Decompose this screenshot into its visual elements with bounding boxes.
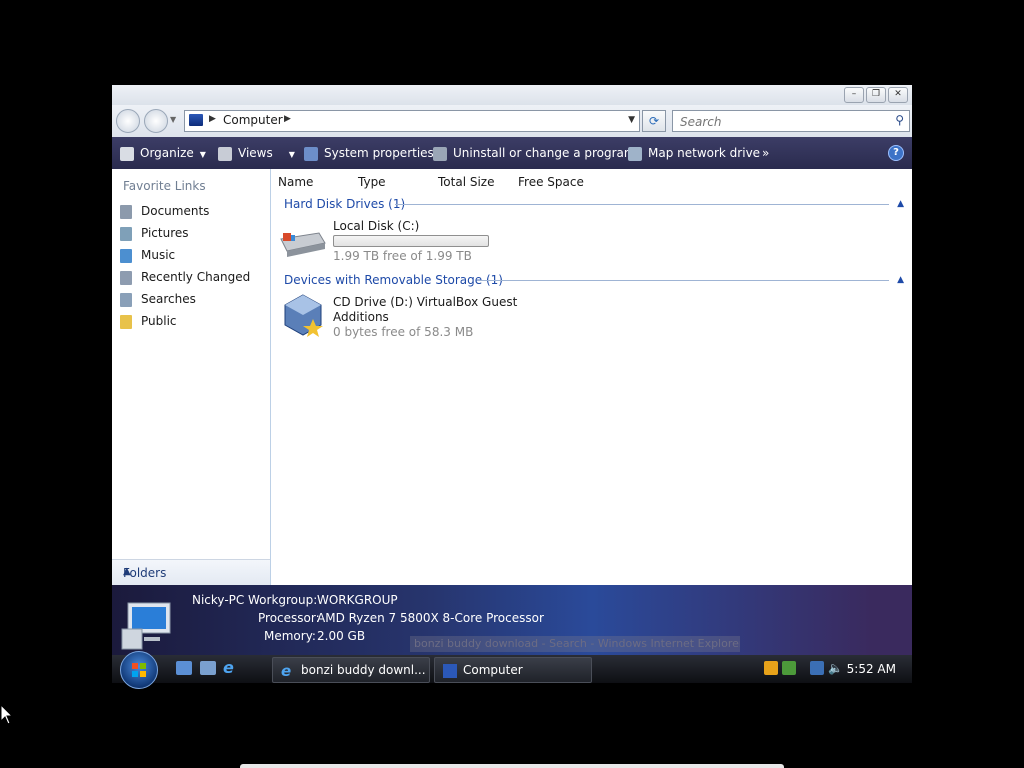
organize-icon xyxy=(120,146,134,161)
system-properties-icon xyxy=(304,146,318,161)
map-network-drive-button[interactable]: Map network drive xyxy=(628,137,760,169)
column-header-name[interactable]: Name xyxy=(278,175,313,189)
music-icon xyxy=(120,248,132,263)
group-divider xyxy=(477,280,889,281)
clock[interactable]: 5:52 AM xyxy=(847,655,896,683)
memory-value: 2.00 GB xyxy=(317,629,366,643)
favorite-links-header: Favorite Links xyxy=(123,179,206,193)
forward-button[interactable] xyxy=(144,109,168,133)
views-icon xyxy=(218,146,232,161)
workgroup-label: Workgroup: xyxy=(248,593,318,607)
navigation-pane: Favorite Links Documents Pictures Music … xyxy=(112,169,271,586)
minimize-button[interactable]: – xyxy=(844,87,864,103)
collapse-group-icon[interactable]: ▲ xyxy=(897,275,904,285)
folders-toggle[interactable]: Folders ▲ xyxy=(112,559,270,586)
group-divider xyxy=(395,204,889,205)
views-button[interactable]: Views ▼ xyxy=(218,137,295,169)
maximize-button[interactable]: ❐ xyxy=(866,87,886,103)
nav-item-pictures[interactable]: Pictures xyxy=(120,223,265,243)
help-icon[interactable]: ? xyxy=(888,145,904,161)
refresh-button[interactable]: ⟳ xyxy=(642,110,666,132)
mouse-cursor-icon xyxy=(0,704,14,725)
nav-item-public[interactable]: Public xyxy=(120,311,265,331)
processor-value: AMD Ryzen 7 5800X 8-Core Processor xyxy=(317,611,544,625)
more-commands-button[interactable]: » xyxy=(762,137,769,169)
group-header-hard-disk-drives[interactable]: Hard Disk Drives (1) xyxy=(284,197,405,211)
breadcrumb-chevron-icon[interactable]: ▶ xyxy=(284,114,291,124)
explorer-window: – ❐ ✕ ▼ ▶ Computer ▶ ▼ ⟳ ⚲ Organize▼ Vie… xyxy=(112,85,912,586)
close-button[interactable]: ✕ xyxy=(888,87,908,103)
computer-icon xyxy=(189,114,203,126)
computer-monitor-icon xyxy=(121,602,171,650)
searches-icon xyxy=(120,292,132,307)
task-button-computer[interactable]: Computer xyxy=(434,657,592,683)
memory-label: Memory: xyxy=(264,629,316,643)
pictures-icon xyxy=(120,226,132,241)
chevron-down-icon: ▼ xyxy=(199,150,206,159)
volume-icon[interactable]: 🔈 xyxy=(828,661,843,675)
search-input[interactable] xyxy=(678,113,882,131)
nav-item-searches[interactable]: Searches xyxy=(120,289,265,309)
documents-icon xyxy=(120,204,132,219)
chevron-down-icon: ▼ xyxy=(288,150,295,159)
switch-windows-icon[interactable] xyxy=(200,661,216,675)
column-header-type[interactable]: Type xyxy=(358,175,386,189)
column-header-total-size[interactable]: Total Size xyxy=(438,175,494,189)
taskbar: e e bonzi buddy downl... Computer 🔈 5:52 … xyxy=(112,651,912,689)
computer-name: Nicky-PC xyxy=(192,593,245,607)
breadcrumb-chevron-icon[interactable]: ▶ xyxy=(209,114,216,124)
nav-item-music[interactable]: Music xyxy=(120,245,265,265)
recent-pages-dropdown-icon[interactable]: ▼ xyxy=(170,115,176,124)
search-icon[interactable]: ⚲ xyxy=(895,113,904,127)
drive-name: Local Disk (C:) xyxy=(333,219,420,233)
windows-update-icon[interactable] xyxy=(782,661,796,675)
command-bar: Organize ▼ Views ▼ System properties Unins… xyxy=(112,137,912,169)
uninstall-program-button[interactable]: Uninstall or change a program xyxy=(433,137,636,169)
file-list-pane: Name Type Total Size Free Space Hard Dis… xyxy=(271,169,912,585)
system-properties-button[interactable]: System properties xyxy=(304,137,434,169)
address-dropdown-icon[interactable]: ▼ xyxy=(628,115,635,125)
workgroup-value: WORKGROUP xyxy=(317,593,398,607)
title-bar[interactable]: – ❐ ✕ xyxy=(112,85,912,105)
network-drive-icon xyxy=(628,146,642,161)
computer-icon xyxy=(443,663,457,678)
show-desktop-icon[interactable] xyxy=(176,661,192,675)
column-header-free-space[interactable]: Free Space xyxy=(518,175,584,189)
group-header-removable-storage[interactable]: Devices with Removable Storage (1) xyxy=(284,273,503,287)
nav-item-recently-changed[interactable]: Recently Changed xyxy=(120,267,265,287)
internet-explorer-icon[interactable]: e xyxy=(223,660,239,676)
task-button-internet-explorer[interactable]: e bonzi buddy downl... xyxy=(272,657,430,683)
uninstall-icon xyxy=(433,146,447,161)
drive-free-space: 1.99 TB free of 1.99 TB xyxy=(333,249,472,263)
drive-free-space: 0 bytes free of 58.3 MB xyxy=(333,325,474,339)
breadcrumb-computer[interactable]: Computer xyxy=(223,113,283,127)
processor-label: Processor: xyxy=(258,611,320,625)
taskbar-tooltip: bonzi buddy download - Search - Windows … xyxy=(410,636,740,652)
chevron-up-icon: ▲ xyxy=(123,566,131,577)
virtualbox-cd-icon xyxy=(284,294,323,337)
search-box[interactable]: ⚲ xyxy=(672,110,910,132)
public-folder-icon xyxy=(120,314,132,329)
internet-explorer-icon: e xyxy=(281,661,292,680)
address-bar[interactable]: ▶ Computer ▶ ▼ xyxy=(184,110,640,132)
recently-changed-icon xyxy=(120,270,132,285)
hard-drive-icon xyxy=(280,232,326,257)
nav-item-documents[interactable]: Documents xyxy=(120,201,265,221)
start-button[interactable] xyxy=(120,651,158,689)
windows-logo-icon xyxy=(132,663,146,677)
address-row: ▼ ▶ Computer ▶ ▼ ⟳ ⚲ xyxy=(112,105,912,137)
network-icon[interactable] xyxy=(810,661,824,675)
collapse-group-icon[interactable]: ▲ xyxy=(897,199,904,209)
drive-name-line1: CD Drive (D:) VirtualBox Guest xyxy=(333,295,518,309)
organize-button[interactable]: Organize ▼ xyxy=(120,137,206,169)
screen-edge-bar xyxy=(240,764,784,768)
drive-usage-bar xyxy=(333,235,489,247)
back-button[interactable] xyxy=(116,109,140,133)
drive-name-line2: Additions xyxy=(333,310,389,324)
security-shield-icon[interactable] xyxy=(764,661,778,675)
